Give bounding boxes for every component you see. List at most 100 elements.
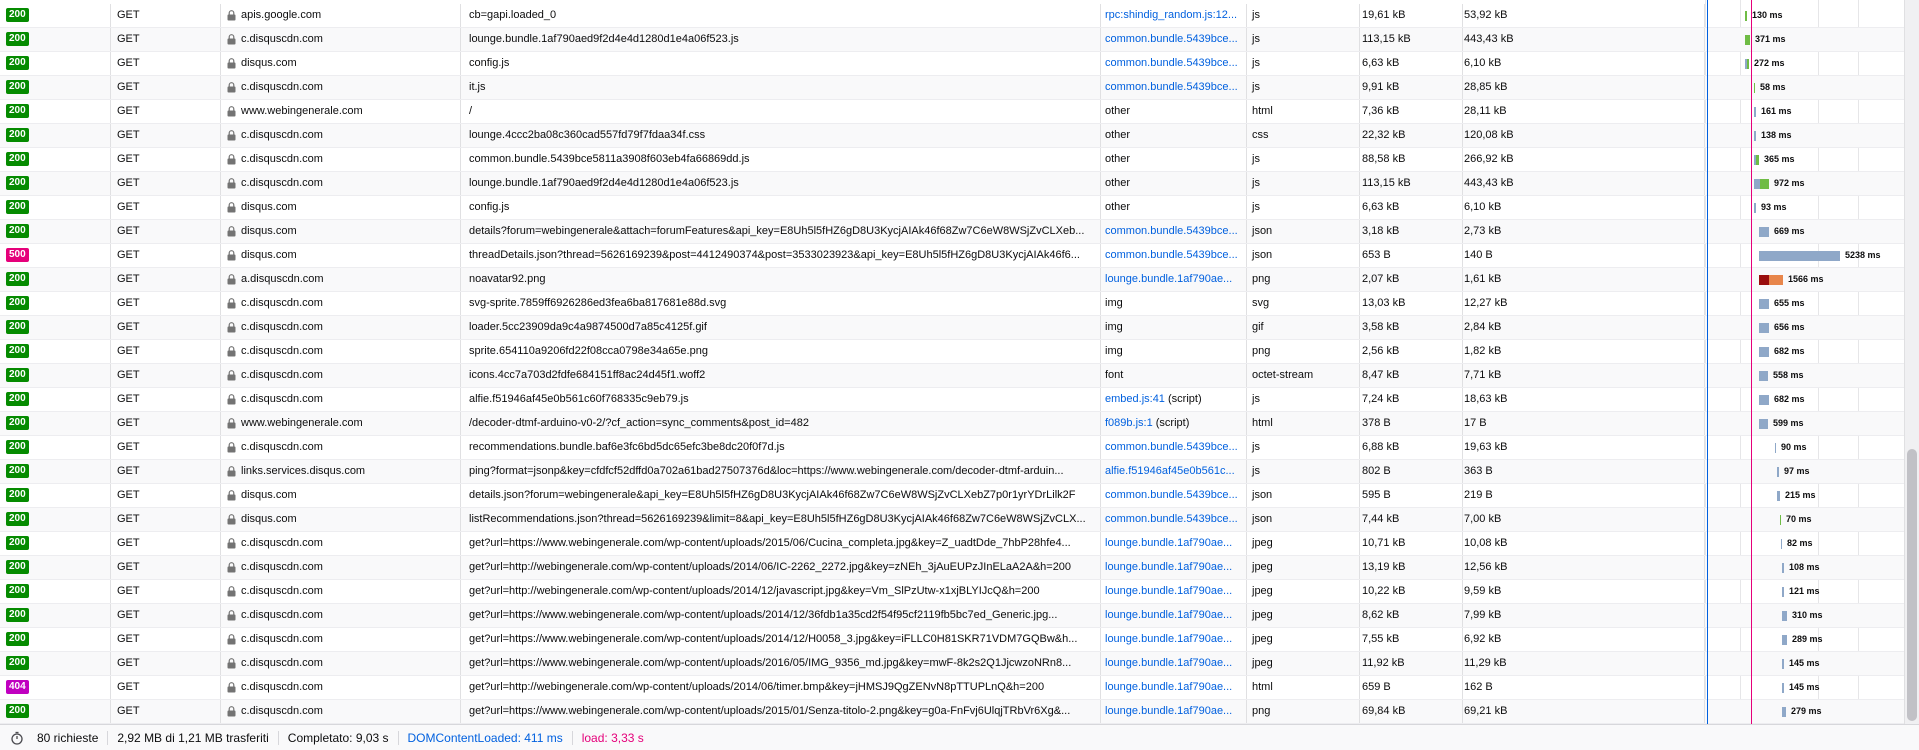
file-cell[interactable]: listRecommendations.json?thread=56261692… [461,508,1101,531]
cause-cell[interactable]: common.bundle.5439bce... [1101,220,1247,243]
file-cell[interactable]: lounge.4ccc2ba08c360cad557fd79f7fdaa34f.… [461,124,1101,147]
file-cell[interactable]: alfie.f51946af45e0b561c60f768335c9eb79.j… [461,388,1101,411]
waterfall-cell[interactable]: 599 ms [1705,412,1904,435]
file-cell[interactable]: cb=gapi.loaded_0 [461,4,1101,27]
waterfall-cell[interactable]: 97 ms [1705,460,1904,483]
waterfall-cell[interactable]: 145 ms [1705,652,1904,675]
waterfall-cell[interactable]: 130 ms [1705,4,1904,27]
cause-cell[interactable]: lounge.bundle.1af790ae... [1101,604,1247,627]
table-row[interactable]: 200 GET c.disquscdn.com get?url=http://webi… [0,580,1904,604]
file-cell[interactable]: get?url=https://www.webingenerale.com/wp… [461,628,1101,651]
waterfall-cell[interactable]: 682 ms [1705,388,1904,411]
table-row[interactable]: 200 GET c.disquscdn.com sprite.654110a9206f… [0,340,1904,364]
file-cell[interactable]: config.js [461,52,1101,75]
table-row[interactable]: 200 GET disqus.com details?forum=webingener… [0,220,1904,244]
waterfall-cell[interactable]: 82 ms [1705,532,1904,555]
waterfall-cell[interactable]: 161 ms [1705,100,1904,123]
waterfall-cell[interactable]: 365 ms [1705,148,1904,171]
table-row[interactable]: 200 GET c.disquscdn.com lounge.4ccc2ba08c36… [0,124,1904,148]
cause-cell[interactable]: lounge.bundle.1af790ae... [1101,700,1247,723]
table-row[interactable]: 200 GET c.disquscdn.com get?url=https://www… [0,628,1904,652]
table-row[interactable]: 200 GET disqus.com config.js common.bundle.5… [0,52,1904,76]
waterfall-cell[interactable]: 1566 ms [1705,268,1904,291]
file-cell[interactable]: ping?format=jsonp&key=cfdfcf52dffd0a702a… [461,460,1101,483]
waterfall-cell[interactable]: 108 ms [1705,556,1904,579]
table-row[interactable]: 200 GET c.disquscdn.com get?url=https://www… [0,652,1904,676]
cause-cell[interactable]: lounge.bundle.1af790ae... [1101,268,1247,291]
cause-cell[interactable]: common.bundle.5439bce... [1101,28,1247,51]
waterfall-cell[interactable]: 145 ms [1705,676,1904,699]
table-row[interactable]: 200 GET c.disquscdn.com get?url=http://webi… [0,556,1904,580]
file-cell[interactable]: get?url=https://www.webingenerale.com/wp… [461,652,1101,675]
waterfall-cell[interactable]: 93 ms [1705,196,1904,219]
table-row[interactable]: 200 GET c.disquscdn.com get?url=https://www… [0,532,1904,556]
table-row[interactable]: 200 GET links.services.disqus.com ping?form… [0,460,1904,484]
waterfall-cell[interactable]: 558 ms [1705,364,1904,387]
cause-cell[interactable]: lounge.bundle.1af790ae... [1101,556,1247,579]
table-row[interactable]: 200 GET c.disquscdn.com lounge.bundle.1af79… [0,172,1904,196]
file-cell[interactable]: details.json?forum=webingenerale&api_key… [461,484,1101,507]
table-row[interactable]: 200 GET c.disquscdn.com lounge.bundle.1af79… [0,28,1904,52]
file-cell[interactable]: details?forum=webingenerale&attach=forum… [461,220,1101,243]
cause-cell[interactable]: lounge.bundle.1af790ae... [1101,580,1247,603]
file-cell[interactable]: get?url=https://www.webingenerale.com/wp… [461,604,1101,627]
table-row[interactable]: 200 GET c.disquscdn.com icons.4cc7a703d2fdf… [0,364,1904,388]
waterfall-cell[interactable]: 58 ms [1705,76,1904,99]
waterfall-cell[interactable]: 682 ms [1705,340,1904,363]
file-cell[interactable]: config.js [461,196,1101,219]
file-cell[interactable]: noavatar92.png [461,268,1101,291]
waterfall-cell[interactable]: 310 ms [1705,604,1904,627]
cause-cell[interactable]: lounge.bundle.1af790ae... [1101,652,1247,675]
file-cell[interactable]: / [461,100,1101,123]
cause-cell[interactable]: common.bundle.5439bce... [1101,436,1247,459]
cause-link[interactable]: embed.js:41 [1105,393,1165,405]
table-row[interactable]: 200 GET disqus.com listRecommendations.json… [0,508,1904,532]
file-cell[interactable]: icons.4cc7a703d2fdfe684151ff8ac24d45f1.w… [461,364,1101,387]
cause-cell[interactable]: embed.js:41 (script) [1101,388,1247,411]
waterfall-cell[interactable]: 138 ms [1705,124,1904,147]
file-cell[interactable]: loader.5cc23909da9c4a9874500d7a85c4125f.… [461,316,1101,339]
waterfall-cell[interactable]: 90 ms [1705,436,1904,459]
file-cell[interactable]: /decoder-dtmf-arduino-v0-2/?cf_action=sy… [461,412,1101,435]
file-cell[interactable]: get?url=https://www.webingenerale.com/wp… [461,700,1101,723]
cause-cell[interactable]: rpc:shindig_random.js:12... [1101,4,1247,27]
waterfall-cell[interactable]: 655 ms [1705,292,1904,315]
table-row[interactable]: 200 GET www.webingenerale.com / other html 7,3… [0,100,1904,124]
table-row[interactable]: 200 GET c.disquscdn.com common.bundle.5439b… [0,148,1904,172]
waterfall-cell[interactable]: 669 ms [1705,220,1904,243]
cause-link[interactable]: f089b.js:1 [1105,417,1153,429]
cause-cell[interactable]: f089b.js:1 (script) [1101,412,1247,435]
table-row[interactable]: 200 GET a.disquscdn.com noavatar92.png loung… [0,268,1904,292]
table-row[interactable]: 404 GET c.disquscdn.com get?url=http://webi… [0,676,1904,700]
file-cell[interactable]: sprite.654110a9206fd22f08cca0798e34a65e.… [461,340,1101,363]
cause-cell[interactable]: lounge.bundle.1af790ae... [1101,676,1247,699]
waterfall-cell[interactable]: 289 ms [1705,628,1904,651]
waterfall-cell[interactable]: 371 ms [1705,28,1904,51]
file-cell[interactable]: recommendations.bundle.baf6e3fc6bd5dc65e… [461,436,1101,459]
file-cell[interactable]: common.bundle.5439bce5811a3908f603eb4fa6… [461,148,1101,171]
waterfall-cell[interactable]: 279 ms [1705,700,1904,723]
cause-cell[interactable]: common.bundle.5439bce... [1101,484,1247,507]
cause-cell[interactable]: common.bundle.5439bce... [1101,244,1247,267]
table-row[interactable]: 200 GET www.webingenerale.com/decoder-dtmf… [0,412,1904,436]
cause-cell[interactable]: alfie.f51946af45e0b561c... [1101,460,1247,483]
table-row[interactable]: 200 GET c.disquscdn.com recommendations.bun… [0,436,1904,460]
file-cell[interactable]: get?url=http://webingenerale.com/wp-cont… [461,556,1101,579]
cause-cell[interactable]: common.bundle.5439bce... [1101,52,1247,75]
table-row[interactable]: 200 GET c.disquscdn.com alfie.f51946af45e0b… [0,388,1904,412]
cause-cell[interactable]: lounge.bundle.1af790ae... [1101,628,1247,651]
cause-cell[interactable]: common.bundle.5439bce... [1101,508,1247,531]
waterfall-cell[interactable]: 215 ms [1705,484,1904,507]
stopwatch-icon[interactable] [10,731,24,745]
waterfall-cell[interactable]: 272 ms [1705,52,1904,75]
cause-cell[interactable]: lounge.bundle.1af790ae... [1101,532,1247,555]
table-row[interactable]: 200 GET disqus.com config.js other js 6,63 kB 6… [0,196,1904,220]
waterfall-cell[interactable]: 5238 ms [1705,244,1904,267]
file-cell[interactable]: it.js [461,76,1101,99]
table-row[interactable]: 200 GET c.disquscdn.com it.js common.bundle.… [0,76,1904,100]
table-row[interactable]: 200 GET apis.google.com cb=gapi.loaded_0 rpc… [0,4,1904,28]
cause-cell[interactable]: common.bundle.5439bce... [1101,76,1247,99]
waterfall-cell[interactable]: 70 ms [1705,508,1904,531]
table-row[interactable]: 200 GET c.disquscdn.com get?url=https://www… [0,604,1904,628]
table-row[interactable]: 500 GET disqus.com threadDetails.json?threa… [0,244,1904,268]
